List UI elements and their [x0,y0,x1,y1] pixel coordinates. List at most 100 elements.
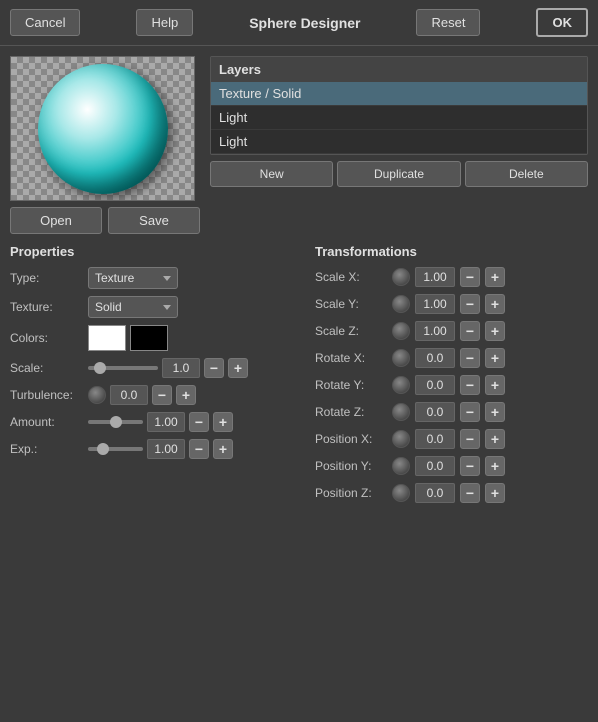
rotate-x-label: Rotate X: [315,351,387,365]
exp-decrement[interactable]: − [189,439,209,459]
duplicate-layer-button[interactable]: Duplicate [337,161,460,187]
file-buttons: Open Save [10,207,200,234]
scale-y-row: Scale Y: − + [315,294,588,314]
type-dropdown[interactable]: Texture [88,267,178,289]
exp-value[interactable] [147,439,185,459]
exp-slider[interactable] [88,447,143,451]
rotate-z-decrement[interactable]: − [460,402,480,422]
scale-x-increment[interactable]: + [485,267,505,287]
save-button[interactable]: Save [108,207,200,234]
scale-slider[interactable] [88,366,158,370]
rotate-x-increment[interactable]: + [485,348,505,368]
texture-row: Texture: Solid [10,296,305,318]
position-y-value[interactable] [415,456,455,476]
scale-y-value[interactable] [415,294,455,314]
type-dropdown-arrow [163,276,171,281]
cancel-button[interactable]: Cancel [10,9,80,36]
rotate-z-increment[interactable]: + [485,402,505,422]
layer-item-light-2[interactable]: Light [211,130,587,154]
layers-title: Layers [211,57,587,82]
help-button[interactable]: Help [136,9,193,36]
scale-x-knob[interactable] [392,268,410,286]
scale-y-knob[interactable] [392,295,410,313]
scale-x-value[interactable] [415,267,455,287]
amount-value[interactable] [147,412,185,432]
open-button[interactable]: Open [10,207,102,234]
position-x-row: Position X: − + [315,429,588,449]
rotate-y-value[interactable] [415,375,455,395]
rotate-x-decrement[interactable]: − [460,348,480,368]
position-y-label: Position Y: [315,459,387,473]
scale-x-decrement[interactable]: − [460,267,480,287]
transformations-panel: Transformations Scale X: − + Scale Y: − … [315,244,588,510]
position-z-increment[interactable]: + [485,483,505,503]
texture-control: Solid [88,296,305,318]
rotate-x-value[interactable] [415,348,455,368]
exp-control: − + [88,439,233,459]
properties-title: Properties [10,244,305,259]
scale-z-increment[interactable]: + [485,321,505,341]
rotate-y-decrement[interactable]: − [460,375,480,395]
position-x-knob[interactable] [392,430,410,448]
top-section: Open Save Layers Texture / Solid Light L… [0,46,598,244]
scale-row: Scale: − + [10,358,305,378]
rotate-y-label: Rotate Y: [315,378,387,392]
exp-row: Exp.: − + [10,439,305,459]
ok-button[interactable]: OK [536,8,588,37]
turbulence-value[interactable] [110,385,148,405]
header: Cancel Help Sphere Designer Reset OK [0,0,598,46]
scale-control: − + [88,358,248,378]
bottom-section: Properties Type: Texture Texture: Solid [0,244,598,520]
scale-y-increment[interactable]: + [485,294,505,314]
scale-increment[interactable]: + [228,358,248,378]
layer-item-texture-solid[interactable]: Texture / Solid [211,82,587,106]
colors-row: Colors: [10,325,305,351]
position-y-decrement[interactable]: − [460,456,480,476]
scale-y-label: Scale Y: [315,297,387,311]
position-x-decrement[interactable]: − [460,429,480,449]
exp-increment[interactable]: + [213,439,233,459]
layer-item-light-1[interactable]: Light [211,106,587,130]
amount-increment[interactable]: + [213,412,233,432]
position-z-value[interactable] [415,483,455,503]
position-x-label: Position X: [315,432,387,446]
turbulence-increment[interactable]: + [176,385,196,405]
scale-z-row: Scale Z: − + [315,321,588,341]
scale-value[interactable] [162,358,200,378]
turbulence-row: Turbulence: − + [10,385,305,405]
position-z-decrement[interactable]: − [460,483,480,503]
new-layer-button[interactable]: New [210,161,333,187]
rotate-z-row: Rotate Z: − + [315,402,588,422]
rotate-y-increment[interactable]: + [485,375,505,395]
position-y-knob[interactable] [392,457,410,475]
scale-decrement[interactable]: − [204,358,224,378]
rotate-x-knob[interactable] [392,349,410,367]
rotate-z-value[interactable] [415,402,455,422]
amount-slider[interactable] [88,420,143,424]
reset-button[interactable]: Reset [416,9,480,36]
rotate-y-knob[interactable] [392,376,410,394]
position-y-increment[interactable]: + [485,456,505,476]
texture-dropdown[interactable]: Solid [88,296,178,318]
colors-control [88,325,305,351]
position-x-value[interactable] [415,429,455,449]
sphere-preview [38,64,168,194]
scale-z-decrement[interactable]: − [460,321,480,341]
scale-z-knob[interactable] [392,322,410,340]
amount-decrement[interactable]: − [189,412,209,432]
layer-buttons: New Duplicate Delete [210,161,588,187]
position-x-increment[interactable]: + [485,429,505,449]
color-swatch-black[interactable] [130,325,168,351]
turbulence-decrement[interactable]: − [152,385,172,405]
type-row: Type: Texture [10,267,305,289]
rotate-z-knob[interactable] [392,403,410,421]
delete-layer-button[interactable]: Delete [465,161,588,187]
turbulence-control: − + [88,385,196,405]
amount-label: Amount: [10,415,82,429]
scale-y-decrement[interactable]: − [460,294,480,314]
turbulence-knob[interactable] [88,386,106,404]
position-z-knob[interactable] [392,484,410,502]
scale-z-value[interactable] [415,321,455,341]
colors-label: Colors: [10,331,82,345]
color-swatch-white[interactable] [88,325,126,351]
